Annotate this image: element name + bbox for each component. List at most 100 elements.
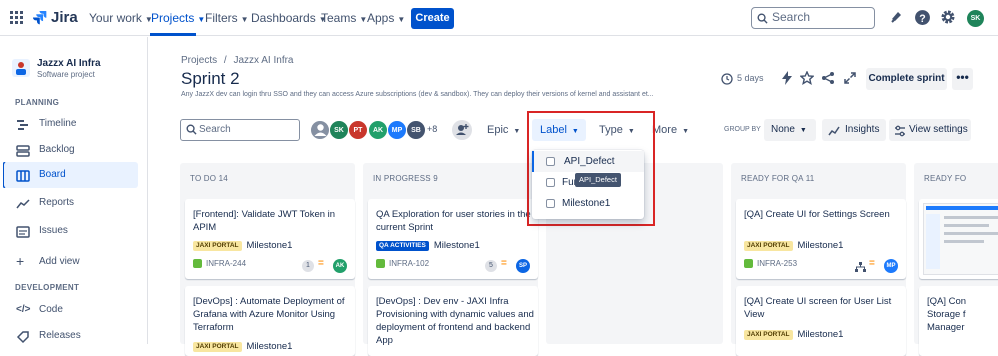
nav-apps[interactable]: Apps ▼ [367, 0, 405, 36]
priority-medium-icon: = [318, 258, 324, 269]
card-key[interactable]: INFRA-102 [376, 259, 430, 269]
issue-card[interactable]: [DevOps] : Automate Deployment of Grafan… [185, 286, 355, 356]
checkbox[interactable] [546, 178, 555, 187]
global-search-input[interactable]: Search [751, 7, 875, 29]
star-icon[interactable] [799, 70, 815, 90]
add-people-icon[interactable] [452, 120, 472, 140]
sidebar-item-reports[interactable]: Reports [4, 190, 138, 216]
nav-dashboards[interactable]: Dashboards ▼ [251, 0, 327, 36]
card-label: Milestone1 [797, 329, 844, 341]
breadcrumb: Projects / Jazzx AI Infra [181, 55, 294, 66]
notifications-icon[interactable] [889, 9, 907, 27]
help-icon[interactable]: ? [914, 9, 932, 27]
sidebar-item-releases[interactable]: Releases [4, 323, 138, 349]
board-search-placeholder: Search [199, 124, 231, 135]
issue-card[interactable]: [QA] Create UI for Settings Screen JAXI … [736, 199, 906, 279]
insights-button[interactable]: Insights [822, 119, 886, 141]
more-actions-button[interactable]: ••• [952, 68, 973, 90]
story-icon [193, 259, 202, 269]
issue-card[interactable]: [Frontend]: Validate JWT Token in APIM J… [185, 199, 355, 279]
global-search-placeholder: Search [772, 10, 811, 24]
lightning-icon[interactable] [781, 71, 793, 90]
sidebar-item-add-view[interactable]: + Add view [4, 249, 138, 275]
create-button[interactable]: Create [411, 8, 454, 29]
share-icon[interactable] [821, 71, 835, 90]
avatar-filter[interactable]: SK [329, 120, 349, 140]
more-filter-label: More [652, 124, 678, 136]
label-option-milestone1[interactable]: Milestone1 [532, 193, 644, 214]
sidebar-item-label: Timeline [39, 118, 77, 129]
page-title: Sprint 2 [181, 69, 240, 88]
checkbox[interactable] [546, 157, 555, 166]
avatar-more-count[interactable]: +8 [427, 124, 437, 134]
label-tooltip: API_Defect [575, 173, 621, 187]
sidebar-item-issues[interactable]: Issues [4, 218, 138, 244]
nav-dashboards-label: Dashboards [251, 11, 316, 25]
card-key[interactable]: INFRA-244 [193, 259, 246, 269]
sprint-description: Any JazzX dev can login thru SSO and the… [181, 91, 654, 98]
breadcrumb-projects[interactable]: Projects [181, 55, 217, 66]
assignee-avatar[interactable]: MP [884, 259, 898, 273]
card-key[interactable]: INFRA-253 [744, 259, 797, 269]
sidebar-item-label: Releases [39, 330, 81, 341]
sidebar-item-timeline[interactable]: Timeline [4, 111, 138, 137]
chevron-down-icon: ▼ [397, 15, 406, 24]
expand-icon[interactable] [843, 71, 857, 90]
story-icon [744, 259, 753, 269]
assignee-avatar[interactable]: SP [516, 259, 530, 273]
avatar-filter[interactable]: PT [348, 120, 368, 140]
card-title: [QA] Con Storage f Manager [927, 296, 967, 333]
sliders-icon [894, 124, 906, 146]
project-name[interactable]: Jazzx AI Infra [37, 58, 101, 69]
complete-sprint-button[interactable]: Complete sprint [866, 68, 947, 90]
chevron-down-icon: ▼ [682, 128, 689, 135]
board-column-ready-for-qa: READY FOR QA 11 [QA] Create UI for Setti… [731, 163, 906, 356]
issue-card[interactable]: [QA] Create UI screen for User List View… [736, 286, 906, 356]
issue-card-image[interactable] [919, 199, 998, 279]
issue-card[interactable]: [DevOps] : Dev env - JAXI Infra Provisio… [368, 286, 538, 356]
board-column-ready-for-partial: READY FO [QA] Con Storage f Manager [914, 163, 998, 356]
user-avatar[interactable]: SK [967, 10, 984, 27]
nav-filters-label: Filters [205, 11, 238, 25]
code-icon: </> [16, 304, 31, 315]
groupby-value: None [771, 124, 795, 135]
card-labels: JAXI PORTAL Milestone1 [193, 338, 292, 356]
sidebar-item-backlog[interactable]: Backlog [4, 137, 138, 163]
jira-logo-text[interactable]: Jira [51, 0, 78, 36]
sidebar-item-code[interactable]: </> Code [4, 297, 138, 323]
jira-logo-icon[interactable] [32, 10, 47, 30]
card-title: [Frontend]: Validate JWT Token in APIM [193, 209, 336, 233]
column-title: READY FOR QA 11 [741, 174, 815, 183]
priority-medium-icon: = [501, 258, 507, 269]
backlog-icon [16, 143, 30, 157]
story-icon [376, 259, 385, 269]
breadcrumb-project[interactable]: Jazzx AI Infra [233, 55, 293, 66]
epic-filter[interactable]: Epic ▼ [487, 119, 520, 141]
view-settings-button[interactable]: View settings [889, 119, 971, 141]
avatar-filter[interactable] [310, 120, 330, 140]
search-icon [186, 123, 197, 142]
app-switcher-icon[interactable] [10, 11, 24, 30]
label-option-api-defect[interactable]: API_Defect [532, 151, 644, 172]
groupby-select[interactable]: None ▼ [764, 119, 816, 141]
plus-icon: + [16, 253, 25, 269]
more-filter[interactable]: More ▼ [652, 119, 689, 141]
nav-filters[interactable]: Filters ▼ [205, 0, 249, 36]
nav-your-work[interactable]: Your work ▼ [89, 0, 153, 36]
board-search-input[interactable]: Search [180, 119, 300, 141]
issue-key: INFRA-102 [389, 259, 430, 268]
sidebar-item-board[interactable]: Board [4, 162, 138, 188]
view-settings-label: View settings [909, 124, 968, 135]
issue-card[interactable]: QA Exploration for user stories in the c… [368, 199, 538, 279]
project-avatar-icon[interactable] [12, 59, 30, 77]
avatar-filter[interactable]: AK [368, 120, 388, 140]
issue-card[interactable]: [QA] Con Storage f Manager [919, 286, 998, 356]
settings-gear-icon[interactable] [940, 9, 958, 27]
nav-teams[interactable]: Teams ▼ [321, 0, 367, 36]
avatar-filter[interactable]: MP [387, 120, 407, 140]
assignee-avatar[interactable]: AK [333, 259, 347, 273]
nav-projects[interactable]: Projects ▼ [151, 0, 205, 36]
column-title: READY FO [924, 174, 967, 183]
avatar-filter[interactable]: SB [406, 120, 426, 140]
checkbox[interactable] [546, 199, 555, 208]
